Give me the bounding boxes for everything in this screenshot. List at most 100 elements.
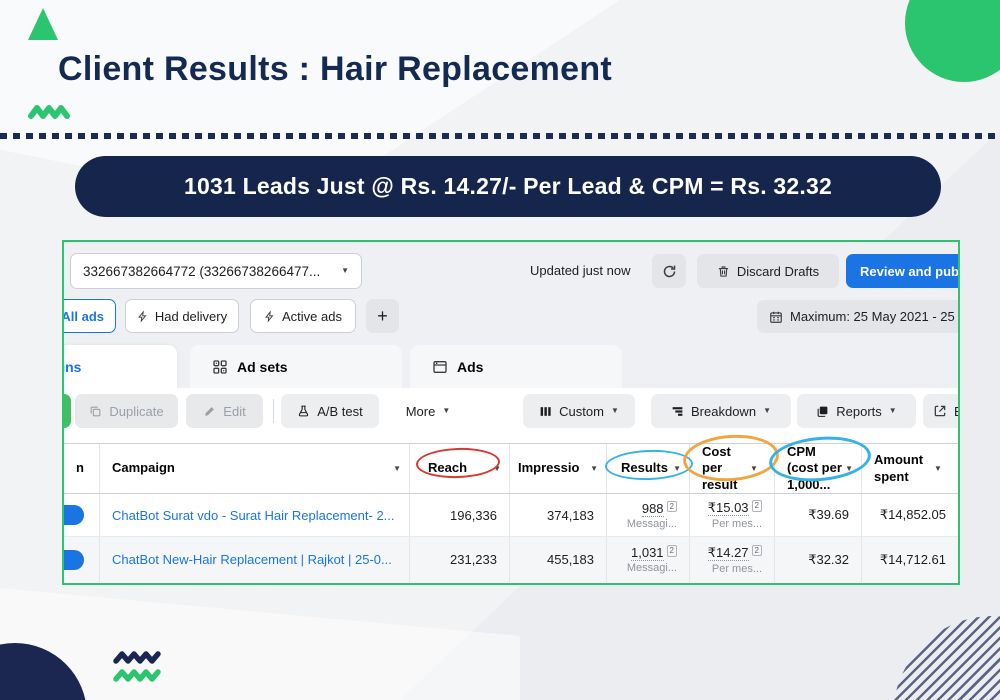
results-sublabel: Messagi... <box>627 562 677 574</box>
campaign-toggle[interactable] <box>62 505 84 525</box>
campaign-link[interactable]: ChatBot Surat vdo - Surat Hair Replaceme… <box>112 508 395 523</box>
custom-label: Custom <box>559 404 604 419</box>
calendar-icon <box>769 310 783 324</box>
campaign-link[interactable]: ChatBot New-Hair Replacement | Rajkot | … <box>112 552 392 567</box>
tab-campaigns[interactable]: Campaigns <box>62 345 177 389</box>
breakdown-button[interactable]: Breakdown ▼ <box>651 394 791 428</box>
refresh-button[interactable] <box>652 254 686 288</box>
caret-down-icon: ▼ <box>611 407 619 415</box>
column-header-toggle[interactable]: n <box>64 444 100 493</box>
reports-icon <box>816 405 829 418</box>
column-header-amount-spent[interactable]: Amount spent ▼ <box>862 444 958 493</box>
circle-decoration <box>0 643 87 700</box>
impressions-header-label: Impressio <box>518 460 588 476</box>
impressions-value: 455,183 <box>547 552 594 567</box>
cost-per-result-sublabel: Per mes... <box>712 563 762 575</box>
lightning-icon <box>264 310 275 323</box>
edit-label: Edit <box>223 404 245 419</box>
amount-spent-value: ₹14,852.05 <box>880 507 946 523</box>
triangle-decoration <box>28 8 58 40</box>
all-ads-label: All ads <box>62 309 104 324</box>
reach-value: 196,336 <box>450 508 497 523</box>
toggle-header-partial: n <box>76 460 91 476</box>
discard-drafts-button[interactable]: Discard Drafts <box>697 254 839 288</box>
copy-icon <box>89 405 102 418</box>
export-label: Export <box>954 404 960 419</box>
breakdown-label: Breakdown <box>691 404 756 419</box>
results-banner: 1031 Leads Just @ Rs. 14.27/- Per Lead &… <box>75 156 941 217</box>
dotted-divider <box>0 133 1000 139</box>
ads-manager-screenshot: 332667382664772 (33266738266477... ▼ Upd… <box>62 240 960 585</box>
filter-all-ads[interactable]: All ads <box>62 299 116 333</box>
create-button-partial[interactable] <box>62 394 71 428</box>
attribution-badge: 2 <box>667 545 677 557</box>
impressions-value: 374,183 <box>547 508 594 523</box>
circle-decoration <box>905 0 1000 82</box>
caret-down-icon: ▼ <box>763 407 771 415</box>
export-icon <box>933 404 947 418</box>
date-range-button[interactable]: Maximum: 25 May 2021 - 25 <box>757 300 960 333</box>
account-dropdown[interactable]: 332667382664772 (33266738266477... ▼ <box>70 253 362 289</box>
tab-ads-label: Ads <box>457 359 483 375</box>
page-title: Client Results : Hair Replacement <box>58 50 612 89</box>
tab-ad-sets-label: Ad sets <box>237 359 288 375</box>
duplicate-button[interactable]: Duplicate <box>75 394 178 428</box>
add-filter-button[interactable]: + <box>366 299 399 333</box>
window-icon <box>432 359 448 375</box>
chevron-down-icon: ▼ <box>341 267 349 275</box>
lightning-icon <box>137 310 148 323</box>
squiggle-decoration <box>28 101 76 123</box>
export-button[interactable]: Export <box>923 394 960 428</box>
cpm-value: ₹39.69 <box>808 507 849 523</box>
plus-icon: + <box>377 306 388 327</box>
refresh-icon <box>662 264 677 279</box>
filter-active-ads[interactable]: Active ads <box>250 299 356 333</box>
review-and-publish-button[interactable]: Review and publish <box>846 254 960 288</box>
attribution-badge: 2 <box>667 501 677 513</box>
more-button[interactable]: More ▼ <box>397 394 459 428</box>
active-ads-label: Active ads <box>282 309 342 324</box>
tab-ad-sets[interactable]: Ad sets <box>190 345 402 389</box>
table-row: ChatBot Surat vdo - Surat Hair Replaceme… <box>64 494 958 537</box>
discard-drafts-label: Discard Drafts <box>737 264 819 279</box>
cost-per-result-value: ₹15.03 <box>708 500 749 516</box>
amount-spent-header-label: Amount spent <box>874 452 932 485</box>
reports-label: Reports <box>836 404 882 419</box>
breakdown-icon <box>671 405 684 418</box>
attribution-badge: 2 <box>752 545 762 557</box>
review-and-publish-label: Review and publish <box>860 264 960 279</box>
caret-down-icon: ▼ <box>934 465 942 473</box>
cpm-value: ₹32.32 <box>808 552 849 568</box>
caret-down-icon: ▼ <box>590 465 598 473</box>
toolbar-divider <box>273 399 274 423</box>
edit-button[interactable]: Edit <box>186 394 263 428</box>
results-sublabel: Messagi... <box>627 518 677 530</box>
filter-had-delivery[interactable]: Had delivery <box>125 299 239 333</box>
cost-per-result-sublabel: Per mes... <box>712 518 762 530</box>
ab-test-button[interactable]: A/B test <box>281 394 379 428</box>
tab-campaigns-label: Campaigns <box>62 359 81 375</box>
table-row: ChatBot New-Hair Replacement | Rajkot | … <box>64 537 958 582</box>
caret-down-icon: ▼ <box>442 407 450 415</box>
reach-value: 231,233 <box>450 552 497 567</box>
reports-button[interactable]: Reports ▼ <box>797 394 916 428</box>
results-value: 988 <box>642 501 664 517</box>
ab-test-label: A/B test <box>317 404 363 419</box>
page-canvas: Client Results : Hair Replacement 1031 L… <box>0 0 1000 700</box>
squiggle-decoration <box>113 667 163 685</box>
caret-down-icon: ▼ <box>393 465 401 473</box>
squiggle-decoration <box>113 649 163 667</box>
pencil-icon <box>203 405 216 418</box>
campaign-toggle[interactable] <box>62 550 84 570</box>
results-value: 1,031 <box>631 545 664 561</box>
attribution-badge: 2 <box>752 500 762 512</box>
column-header-impressions[interactable]: Impressio ▼ <box>510 444 607 493</box>
tab-ads[interactable]: Ads <box>410 345 622 389</box>
striped-circle-decoration <box>893 616 1000 700</box>
columns-custom-button[interactable]: Custom ▼ <box>523 394 635 428</box>
cost-per-result-value: ₹14.27 <box>708 545 749 561</box>
more-label: More <box>406 404 436 419</box>
columns-icon <box>539 405 552 418</box>
column-header-campaign[interactable]: Campaign ▼ <box>100 444 410 493</box>
amount-spent-value: ₹14,712.61 <box>880 552 946 568</box>
